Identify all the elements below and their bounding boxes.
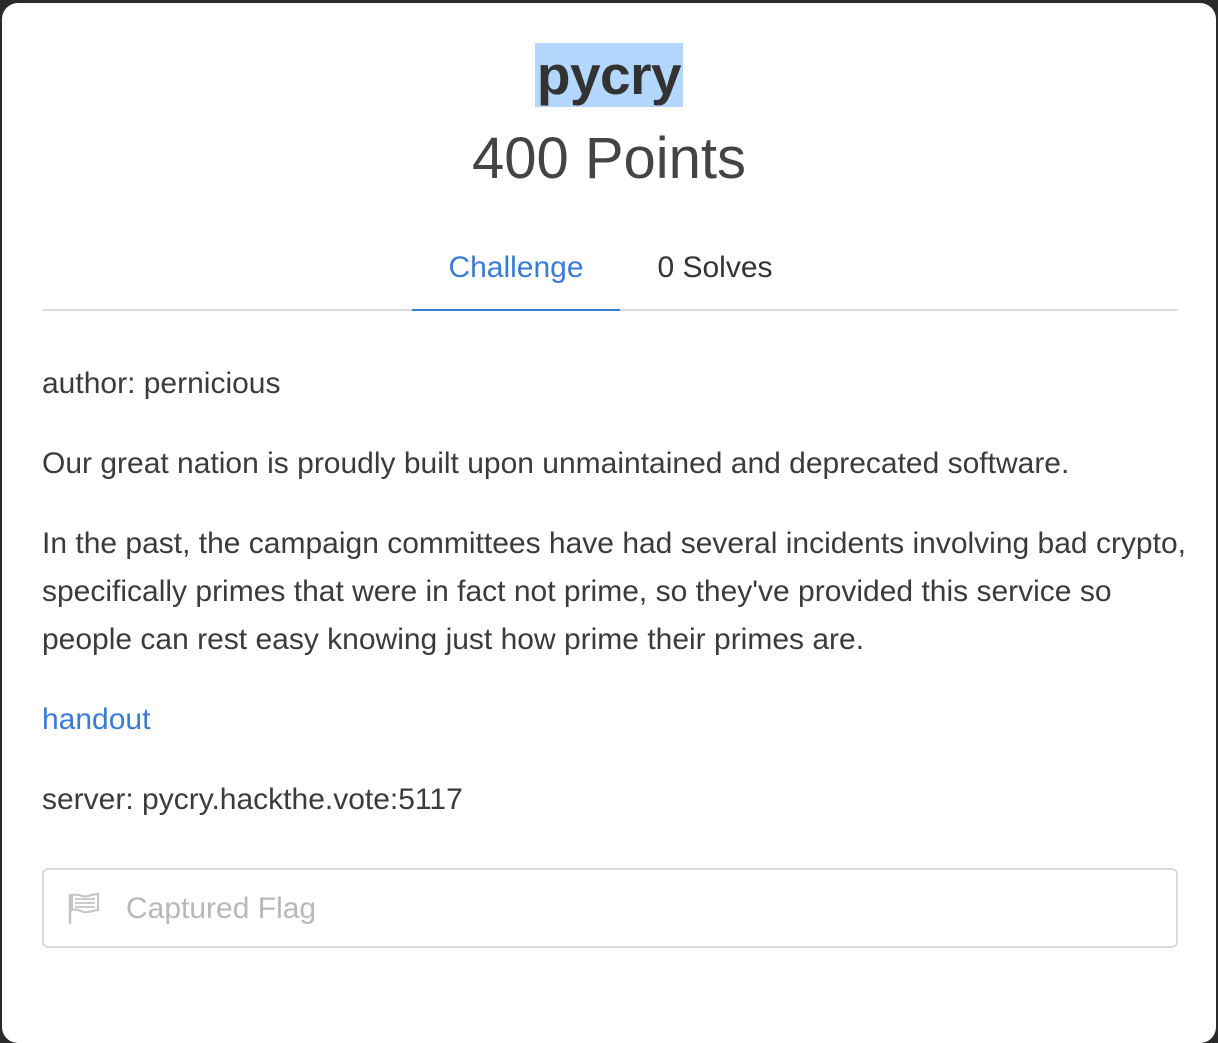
tab-bar: Challenge 0 Solves <box>42 245 1178 311</box>
challenge-modal: pycry 400 Points Challenge 0 Solves auth… <box>2 3 1216 1043</box>
tab-challenge[interactable]: Challenge <box>412 245 620 311</box>
flag-icon <box>68 892 99 924</box>
challenge-title: pycry <box>534 43 684 107</box>
server-text: server: pycry.hackthe.vote:5117 <box>42 783 463 816</box>
description-paragraph-1: Our great nation is proudly built upon u… <box>42 447 1070 480</box>
description-paragraph-2: In the past, the campaign committees hav… <box>42 527 1186 656</box>
captured-flag-input[interactable] <box>124 870 1168 948</box>
author-text: author: pernicious <box>42 367 281 400</box>
tab-solves[interactable]: 0 Solves <box>622 245 808 309</box>
title-wrap: pycry <box>2 43 1216 107</box>
handout-link[interactable]: handout <box>42 696 1192 744</box>
flag-input-group <box>42 868 1178 948</box>
challenge-points: 400 Points <box>471 126 747 191</box>
